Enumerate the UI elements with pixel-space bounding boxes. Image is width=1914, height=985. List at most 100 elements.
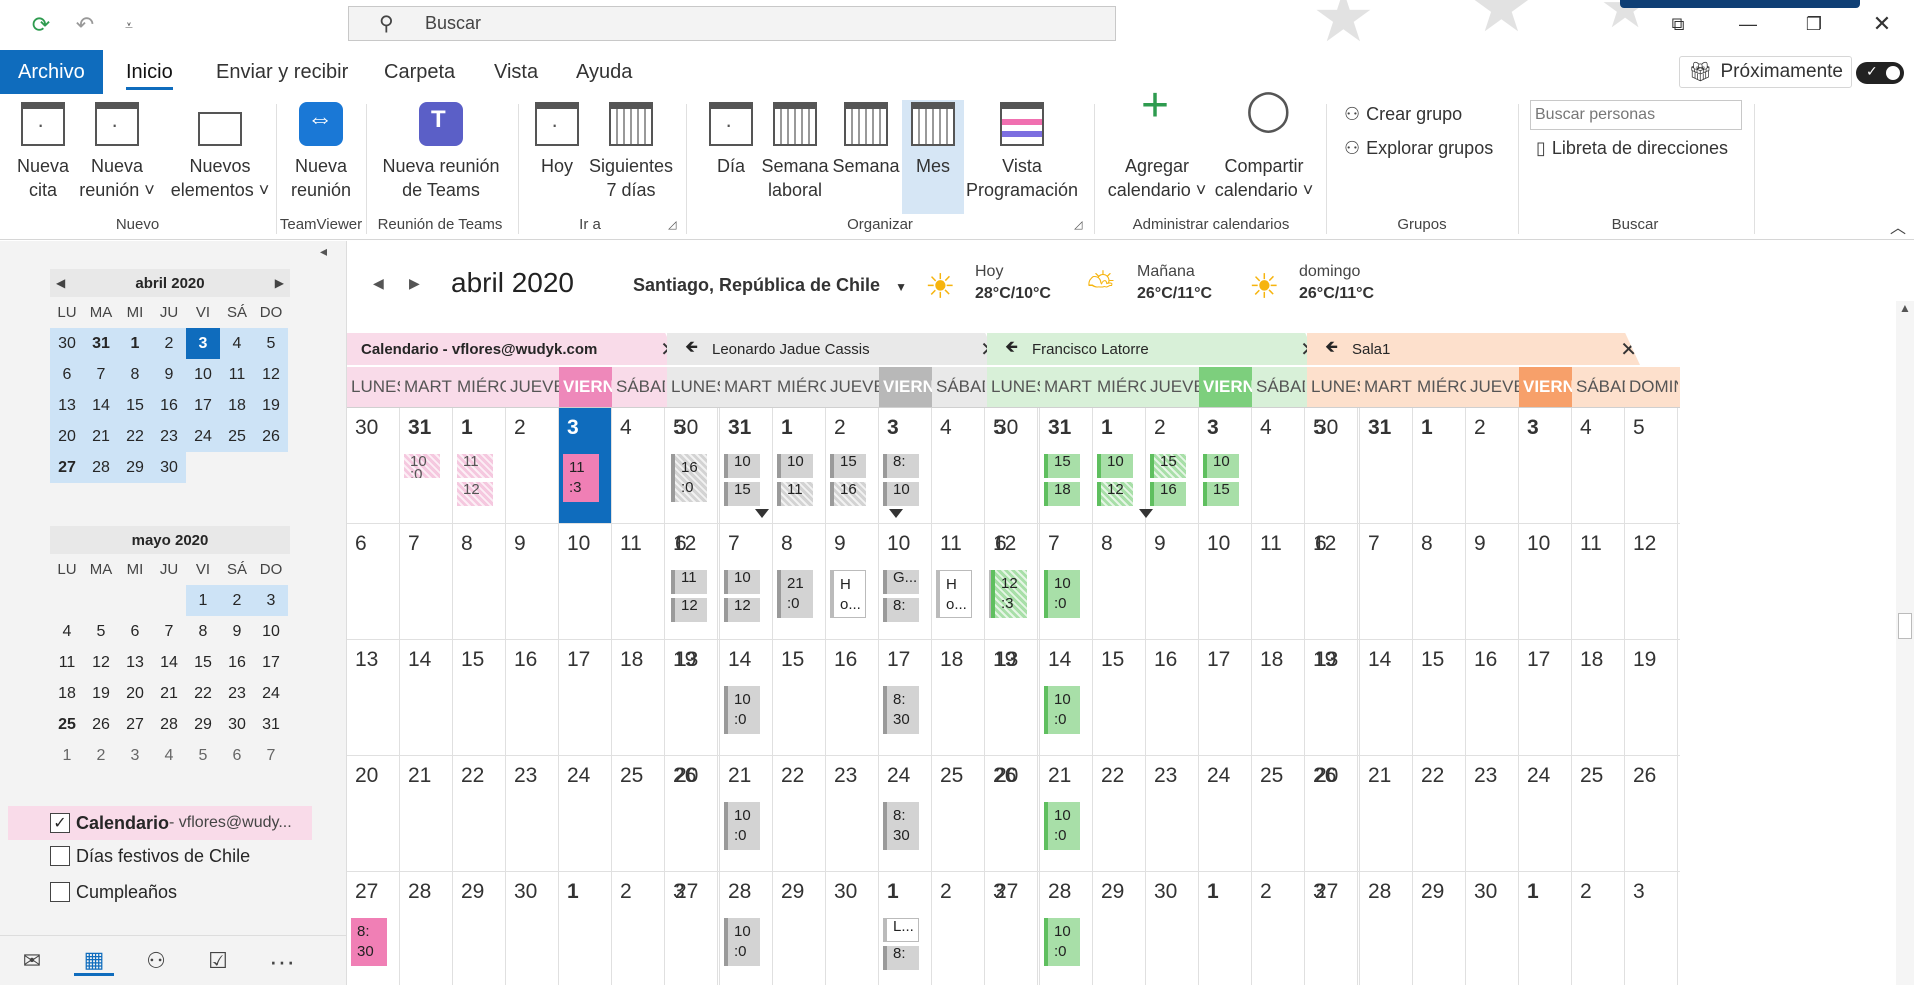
checkbox-checked[interactable]: ✓ <box>50 813 70 833</box>
day-cell[interactable]: 5 <box>1625 408 1678 523</box>
day-cell[interactable]: 2 <box>612 872 665 985</box>
day-cell[interactable]: 27 <box>1307 872 1360 985</box>
day-cell[interactable]: 7 <box>400 524 453 639</box>
day-cell[interactable]: 25 <box>612 756 665 871</box>
day-cell[interactable]: 17 <box>1199 640 1252 755</box>
dialog-launcher-icon[interactable]: ◿ <box>1074 218 1082 231</box>
day-cell[interactable]: 2 <box>506 408 559 523</box>
mini-day[interactable]: 13 <box>50 390 84 421</box>
mini-day[interactable]: 4 <box>220 328 254 359</box>
day-cell[interactable]: 14 <box>1360 640 1413 755</box>
calendar-event[interactable]: 12 <box>671 598 707 622</box>
calendar-event[interactable]: 10 :0 <box>1044 686 1080 734</box>
tasks-icon[interactable]: ☑ <box>198 946 238 976</box>
day-cell[interactable]: 20 <box>667 756 720 871</box>
day-cell[interactable]: 23 <box>506 756 559 871</box>
mini-day[interactable]: 2 <box>152 328 186 359</box>
mini-day[interactable]: 2 <box>84 740 118 771</box>
day-cell[interactable]: 2 15 16 <box>826 408 879 523</box>
day-cell[interactable]: 2 <box>932 872 985 985</box>
day-cell[interactable]: 20 <box>1307 756 1360 871</box>
vista-programacion-button[interactable]: Vista Programación <box>966 102 1078 202</box>
calendar-item-cumple[interactable]: Cumpleaños <box>50 877 177 907</box>
day-cell[interactable]: 21 10 :0 <box>1040 756 1093 871</box>
day-cell[interactable]: 3 10 15 <box>1199 408 1252 523</box>
day-cell[interactable]: 13 <box>667 640 720 755</box>
day-cell[interactable]: 18 <box>932 640 985 755</box>
mes-button[interactable]: Mes <box>902 100 964 214</box>
calendar-event[interactable]: 18 <box>1044 482 1080 506</box>
calendar-event[interactable]: 10 :0 <box>724 686 760 734</box>
day-cell[interactable]: 7 10 :0 <box>1040 524 1093 639</box>
day-cell[interactable]: 4 <box>612 408 665 523</box>
day-cell[interactable]: 30 <box>347 408 400 523</box>
minimize-icon[interactable]: — <box>1718 8 1778 40</box>
crear-grupo-button[interactable]: ⚇ Crear grupo <box>1344 104 1462 125</box>
day-cell[interactable]: 31 <box>1360 408 1413 523</box>
mini-day[interactable]: 1 <box>118 328 152 359</box>
day-cell[interactable]: 31 15 18 <box>1040 408 1093 523</box>
mini-day[interactable]: 31 <box>84 328 118 359</box>
mini-day[interactable]: 15 <box>118 390 152 421</box>
day-cell[interactable]: 23 <box>1146 756 1199 871</box>
mini-day[interactable]: 4 <box>50 616 84 647</box>
day-cell[interactable]: 16 <box>1146 640 1199 755</box>
day-cell[interactable]: 6 <box>347 524 400 639</box>
day-cell[interactable]: 30 <box>987 408 1040 523</box>
calendar-event[interactable]: 21 :0 <box>777 570 813 618</box>
mini-day[interactable]: 19 <box>84 678 118 709</box>
more-events-icon[interactable] <box>1139 509 1153 518</box>
mini-day[interactable]: 28 <box>84 452 118 483</box>
more-icon[interactable]: ··· <box>262 946 302 976</box>
day-cell[interactable]: 13 <box>987 640 1040 755</box>
tab-inicio[interactable]: Inicio <box>126 50 173 94</box>
day-cell[interactable]: 30 <box>1466 872 1519 985</box>
day-cell[interactable]: 19 <box>1625 640 1678 755</box>
mini-day[interactable]: 27 <box>118 709 152 740</box>
day-cell[interactable]: 6 11 12 <box>667 524 720 639</box>
calendar-event[interactable]: 16 :0 <box>671 454 707 502</box>
day-cell[interactable]: 10 <box>1519 524 1572 639</box>
calendar-event[interactable]: 11 <box>457 454 493 478</box>
mini-day[interactable]: 21 <box>152 678 186 709</box>
calendar-event[interactable]: G... <box>883 570 919 594</box>
day-cell[interactable]: 28 10 :0 <box>1040 872 1093 985</box>
day-cell[interactable]: 24 8: 30 <box>879 756 932 871</box>
day-cell[interactable]: 9 <box>1466 524 1519 639</box>
calendar-event[interactable]: 15 <box>830 454 866 478</box>
mini-day[interactable]: 2 <box>220 585 254 616</box>
day-cell[interactable]: 2 15 16 <box>1146 408 1199 523</box>
mini-day[interactable]: 24 <box>254 678 288 709</box>
day-cell[interactable]: 29 <box>453 872 506 985</box>
search-box[interactable]: ⚲ Buscar <box>348 6 1116 41</box>
day-cell[interactable]: 3 <box>1625 872 1678 985</box>
day-cell[interactable]: 10 <box>559 524 612 639</box>
day-cell[interactable]: 25 <box>932 756 985 871</box>
day-cell[interactable]: 15 <box>453 640 506 755</box>
mini-day[interactable]: 1 <box>186 585 220 616</box>
tab-carpeta[interactable]: Carpeta <box>384 50 455 94</box>
calendar-tab[interactable]: 🡸Francisco Latorre✕ <box>987 333 1320 365</box>
day-cell[interactable]: 1 <box>1199 872 1252 985</box>
day-cell[interactable]: 2 <box>1572 872 1625 985</box>
mini-day[interactable]: 5 <box>254 328 288 359</box>
nueva-reunion-button[interactable]: Nueva reunión ˅ <box>74 102 160 202</box>
day-cell[interactable]: 4 <box>932 408 985 523</box>
people-icon[interactable]: ⚇ <box>136 946 176 976</box>
day-cell[interactable]: 1 <box>1519 872 1572 985</box>
calendar-event[interactable]: H o... <box>936 570 972 618</box>
mini-day[interactable]: 9 <box>152 359 186 390</box>
calendar-event[interactable]: 10 :0 <box>724 918 760 966</box>
mini-day[interactable]: 16 <box>152 390 186 421</box>
mini-day[interactable]: 5 <box>84 616 118 647</box>
mini-day[interactable]: 15 <box>186 647 220 678</box>
day-cell[interactable]: 3 <box>1519 408 1572 523</box>
mini-day[interactable]: 23 <box>220 678 254 709</box>
day-cell[interactable]: 11 <box>612 524 665 639</box>
mini-day[interactable]: 3 <box>254 585 288 616</box>
day-cell[interactable]: 25 <box>1572 756 1625 871</box>
calendar-event[interactable]: 8: 30 <box>883 686 919 734</box>
day-cell[interactable]: 3 11 :3 <box>559 408 612 523</box>
day-cell[interactable]: 22 <box>1413 756 1466 871</box>
day-cell[interactable]: 4 <box>1572 408 1625 523</box>
